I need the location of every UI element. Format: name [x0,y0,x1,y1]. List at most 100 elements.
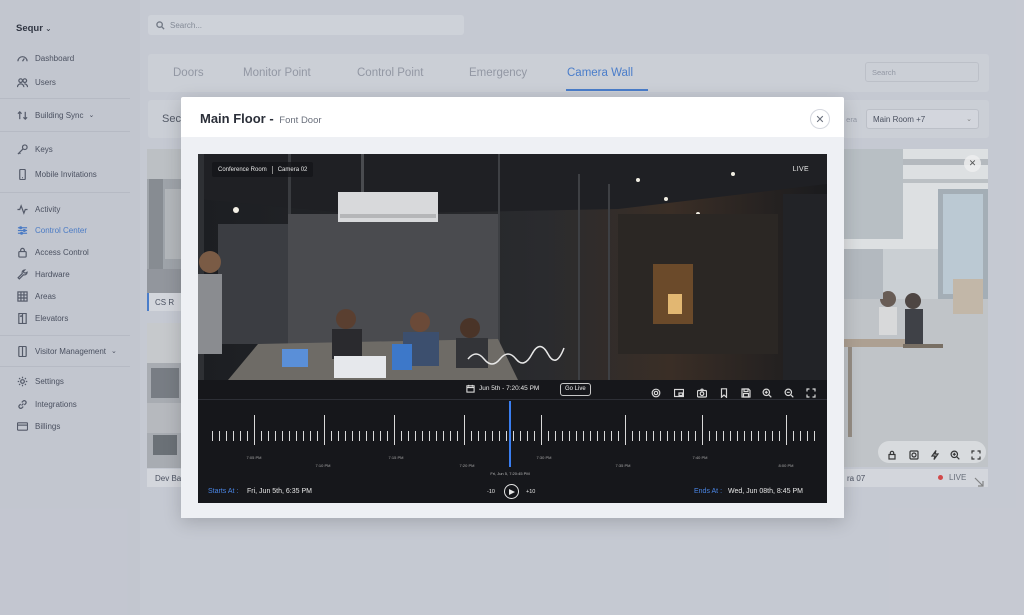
starts-at-value: Fri, Jun 5th, 6:35 PM [247,488,312,495]
timeline-tick [310,431,311,441]
timeline-major-tick [702,415,703,445]
timeline-tick [583,431,584,441]
timeline-tick [688,431,689,441]
timeline-tick [646,431,647,441]
timeline-tick [709,431,710,441]
timeline-tick [499,431,500,441]
timeline-major-tick [625,415,626,445]
ends-at-value: Wed, Jun 08th, 8:45 PM [728,488,803,495]
go-live-button[interactable]: Go Live [560,383,591,396]
camera-modal: Main Floor - Font Door ✕ Conference Room… [181,97,844,518]
tick-label: 8:00 PM [778,463,794,468]
timeline-tick [737,431,738,441]
timeline-tick [674,431,675,441]
timeline-tick [331,431,332,441]
timeline-tick [695,431,696,441]
date-picker[interactable]: Jun 5th - 7:20:45 PM [466,384,539,393]
timeline-tick [597,431,598,441]
timeline-tick [247,431,248,441]
timeline-tick [814,431,815,441]
timeline-playhead[interactable] [509,401,511,467]
timeline-tick [226,431,227,441]
timeline-tick [611,431,612,441]
timeline-tick [275,431,276,441]
modal-close-button[interactable]: ✕ [810,109,830,129]
playhead-label: Fri, Jun 5, 7:20:45 PM [490,471,530,476]
timeline-tick [282,431,283,441]
timeline-tick [345,431,346,441]
tick-label: 7:30 PM [536,455,552,460]
timeline-tick [380,431,381,441]
settings-icon[interactable] [651,385,661,398]
timeline-tick [422,431,423,441]
timeline-tick [716,431,717,441]
player-controls: Jun 5th - 7:20:45 PM Go Live [198,380,827,400]
camera-feed-image [198,154,827,380]
timeline-tick [436,431,437,441]
timeline-tick [653,431,654,441]
timeline-tick [751,431,752,441]
skip-back-button[interactable]: -10 [487,489,495,495]
camera-snapshot-icon[interactable] [696,385,708,398]
timeline-tick [408,431,409,441]
skip-forward-button[interactable]: +10 [526,489,535,495]
timeline-tick [352,431,353,441]
playback-footer: Starts At : Fri, Jun 5th, 6:35 PM -10 +1… [198,481,827,503]
tick-label: 7:15 PM [388,455,404,460]
timeline-tick [485,431,486,441]
timeline-tick [527,431,528,441]
modal-subtitle: Font Door [279,115,322,126]
zoom-out-icon[interactable] [784,385,794,398]
zoom-in-icon[interactable] [762,385,772,398]
video-player: Conference Room Camera 02 LIVE Jun 5th -… [198,154,827,503]
timeline-tick [765,431,766,441]
save-icon[interactable] [741,385,751,398]
timeline-tick [506,431,507,441]
timeline-tick [744,431,745,441]
timeline-scrubber[interactable]: 7:05 PM 7:10 PM 7:15 PM 7:20 PM 7:30 PM … [198,401,827,481]
timeline-major-tick [324,415,325,445]
timeline-tick [261,431,262,441]
timeline-tick [240,431,241,441]
play-button[interactable] [504,484,519,499]
calendar-icon [466,384,475,393]
timeline-tick [296,431,297,441]
timeline-tick [303,431,304,441]
modal-title-text: Main Floor - [200,111,274,126]
timeline-major-tick [786,415,787,445]
tick-label: 7:40 PM [692,455,708,460]
play-icon [509,488,515,495]
timeline-tick [639,431,640,441]
video-frame[interactable]: Conference Room Camera 02 LIVE [198,154,827,380]
timeline-tick [807,431,808,441]
timeline-tick [443,431,444,441]
live-indicator: LIVE [792,166,809,173]
timeline-tick [520,431,521,441]
chip-separator [271,165,273,174]
timeline-tick [401,431,402,441]
timeline-tick [793,431,794,441]
timeline-tick [548,431,549,441]
ends-at-label: Ends At : [694,488,723,495]
timeline-tick [758,431,759,441]
tick-label: 7:35 PM [615,463,631,468]
timeline-tick [457,431,458,441]
timeline-tick [268,431,269,441]
timeline-major-tick [464,415,465,445]
timeline-tick [590,431,591,441]
timeline-tick [576,431,577,441]
starts-at-label: Starts At : [208,488,239,495]
timeline-tick [359,431,360,441]
timeline-tick [555,431,556,441]
timeline-tick [471,431,472,441]
picture-in-picture-icon[interactable] [673,385,685,398]
current-date-time: Jun 5th - 7:20:45 PM [479,385,540,392]
fullscreen-icon[interactable] [806,385,816,398]
bookmark-icon[interactable] [719,385,729,399]
timeline-tick [212,431,213,441]
modal-body: Conference Room Camera 02 LIVE Jun 5th -… [181,137,844,518]
timeline-tick [289,431,290,441]
timeline-tick [604,431,605,441]
timeline-tick [569,431,570,441]
timeline-tick [450,431,451,441]
